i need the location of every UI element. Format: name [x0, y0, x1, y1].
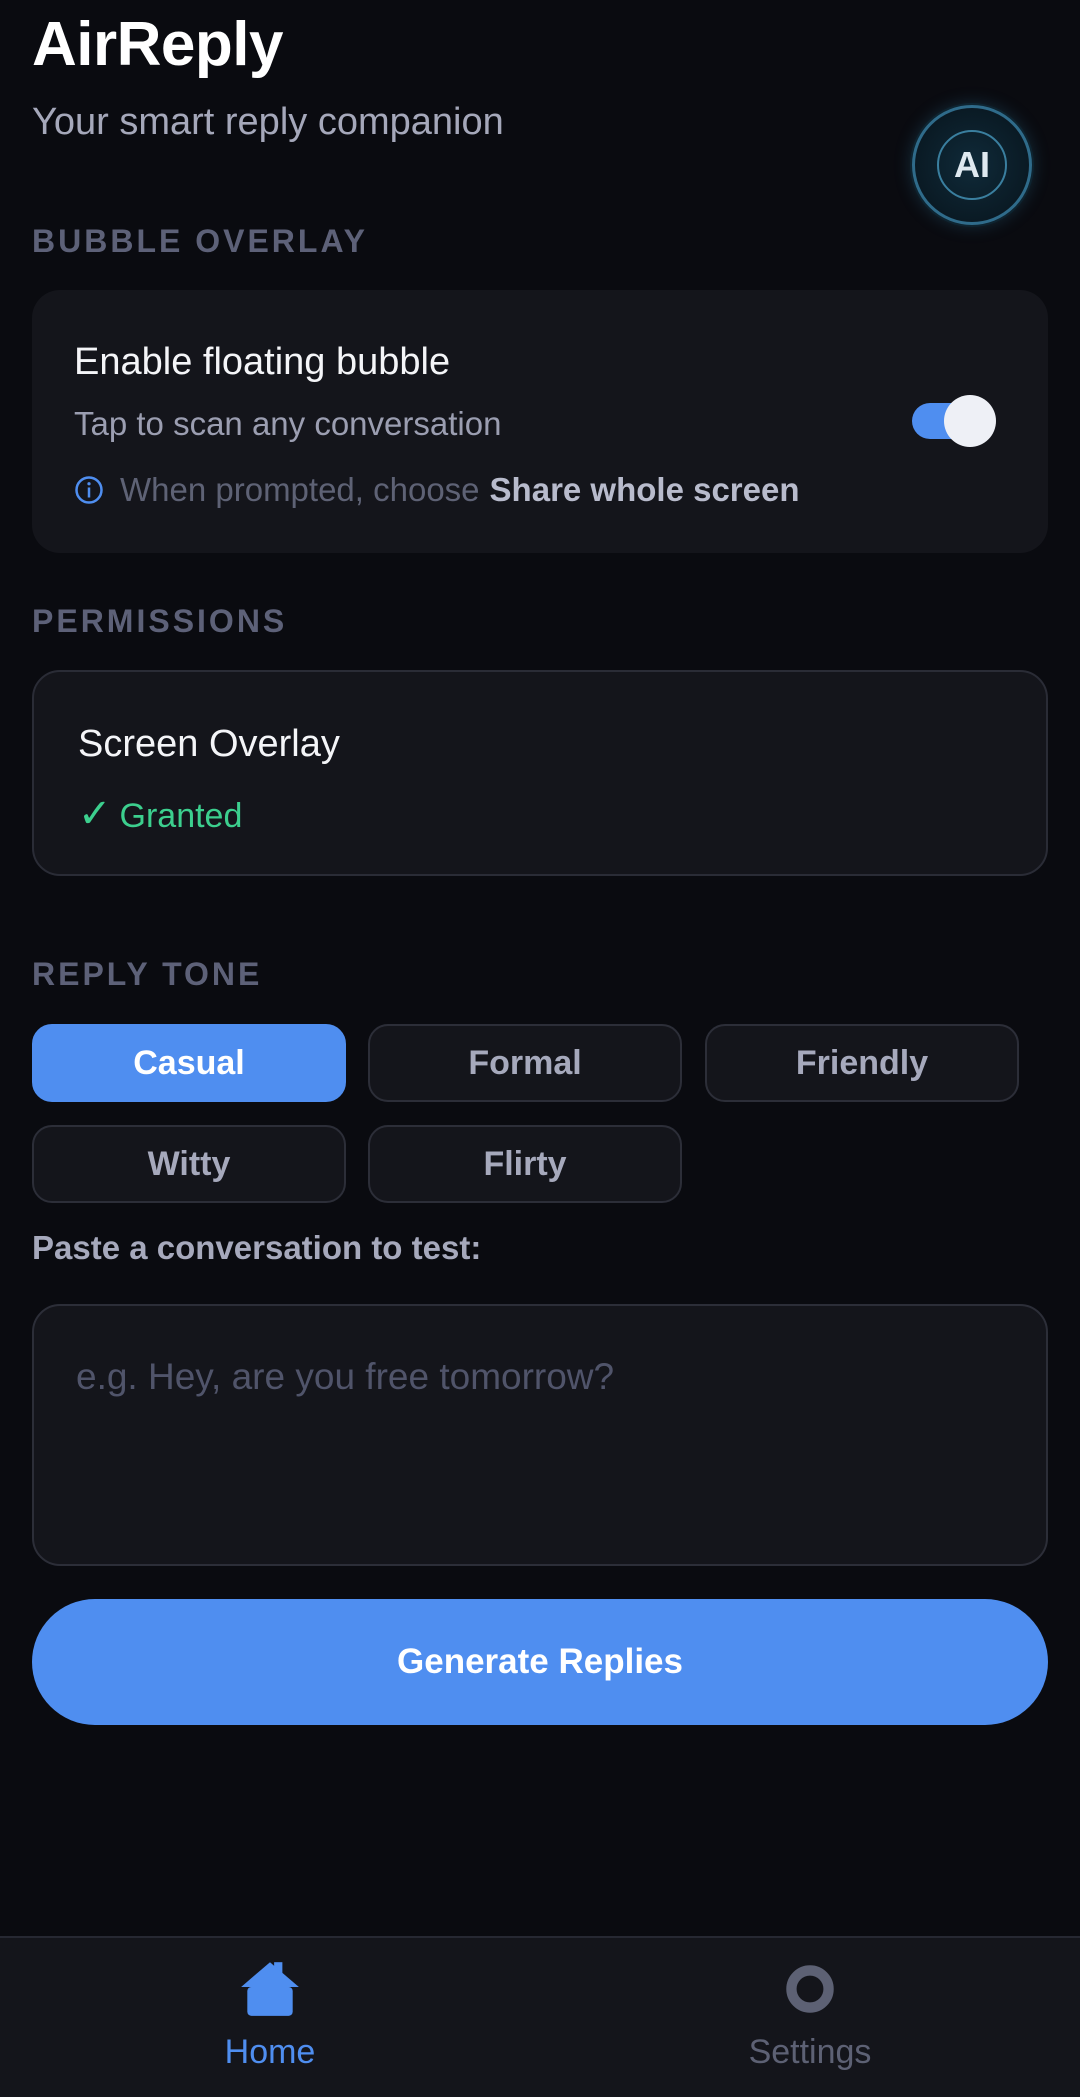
home-icon	[241, 1962, 299, 2016]
tone-button-flirty[interactable]: Flirty	[368, 1125, 682, 1203]
section-label-permissions: PERMISSIONS	[32, 603, 288, 639]
hint-strong: Share whole screen	[489, 471, 800, 508]
tone-button-friendly[interactable]: Friendly	[705, 1024, 1019, 1102]
bottom-navigation: Home Settings	[0, 1936, 1080, 2097]
tone-button-formal[interactable]: Formal	[368, 1024, 682, 1102]
conversation-input[interactable]	[32, 1304, 1048, 1566]
floating-bubble-title: Enable floating bubble	[74, 341, 451, 383]
permission-title: Screen Overlay	[78, 723, 340, 765]
check-icon: ✓	[78, 792, 112, 836]
permission-status-text: Granted	[119, 797, 243, 835]
app-title: AirReply	[32, 10, 283, 79]
floating-bubble-toggle[interactable]	[912, 395, 996, 447]
nav-label-settings: Settings	[748, 2033, 872, 2071]
section-label-reply-tone: REPLY TONE	[32, 956, 263, 992]
screen-overlay-permission-card[interactable]: Screen Overlay ✓ Granted	[32, 670, 1048, 876]
section-label-bubble-overlay: BUBBLE OVERLAY	[32, 223, 368, 259]
nav-item-settings[interactable]: Settings	[680, 1956, 940, 2086]
settings-icon	[786, 1965, 834, 2013]
info-icon	[75, 476, 103, 504]
ai-avatar-badge[interactable]: AI	[912, 105, 1032, 225]
floating-bubble-subtitle: Tap to scan any conversation	[74, 405, 502, 442]
ai-badge-text: AI	[937, 130, 1007, 200]
tone-button-witty[interactable]: Witty	[32, 1125, 346, 1203]
nav-item-home[interactable]: Home	[140, 1956, 400, 2086]
bubble-overlay-card: Enable floating bubble Tap to scan any c…	[32, 290, 1048, 553]
nav-label-home: Home	[224, 2033, 316, 2071]
hint-prefix: When prompted, choose	[120, 471, 480, 508]
permission-status: ✓ Granted	[78, 790, 242, 838]
toggle-knob	[944, 395, 996, 447]
paste-conversation-label: Paste a conversation to test:	[32, 1229, 482, 1266]
tone-button-casual[interactable]: Casual	[32, 1024, 346, 1102]
share-screen-hint: When prompted, choose Share whole screen	[74, 470, 800, 510]
app-subtitle: Your smart reply companion	[32, 101, 504, 143]
generate-replies-button[interactable]: Generate Replies	[32, 1599, 1048, 1725]
